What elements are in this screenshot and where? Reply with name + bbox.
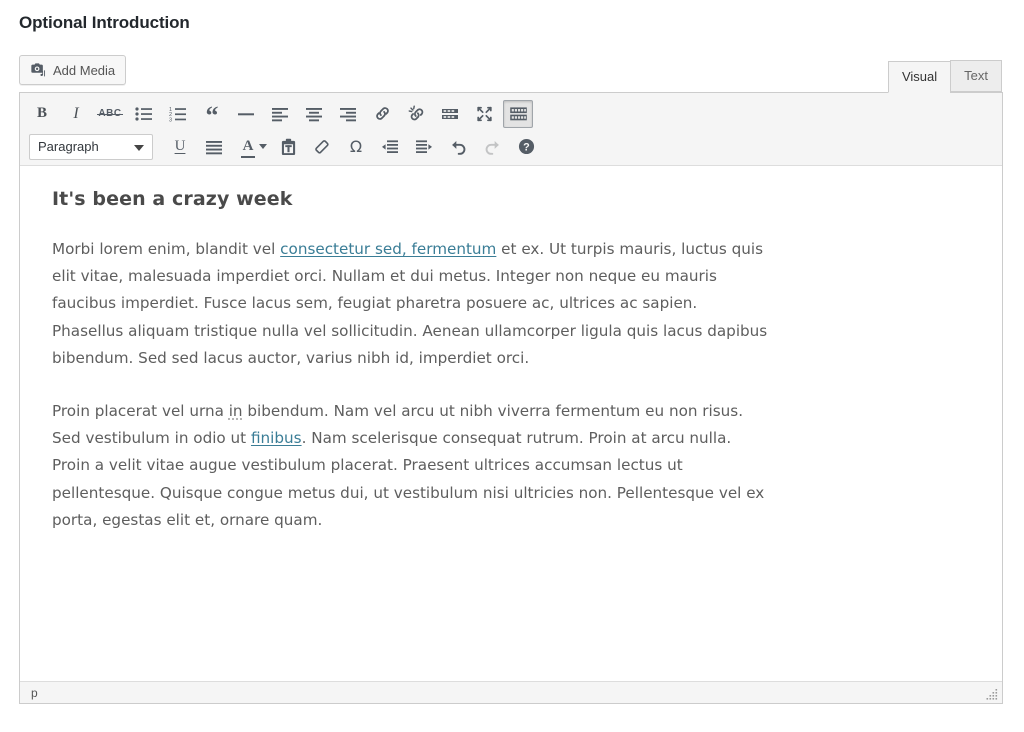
strikethrough-icon: ABC [97,108,123,119]
numbered-list-button[interactable]: 1 2 3 [163,100,193,128]
read-more-button[interactable] [435,100,465,128]
paragraph2-text-part1: Proin placerat vel urna [52,402,229,421]
special-character-button[interactable]: Ω [341,133,371,161]
justify-button[interactable] [199,133,229,161]
distraction-free-button[interactable] [469,100,499,128]
underline-button[interactable]: U [165,133,195,161]
help-button[interactable]: ? [511,133,541,161]
bulleted-list-button[interactable] [129,100,159,128]
remove-link-icon [408,105,423,121]
tab-visual[interactable]: Visual [887,61,951,93]
align-left-button[interactable] [265,100,295,128]
insert-link-icon [375,107,389,120]
increase-indent-icon [416,139,432,153]
paragraph1-text-before-link: Morbi lorem enim, blandit vel [52,240,281,258]
underline-icon: U [174,138,186,154]
undo-icon [451,140,465,155]
editor-content-area[interactable]: It's been a crazy week Morbi lorem enim,… [20,166,1002,681]
finibus-link[interactable]: finibus [251,429,302,447]
tab-text[interactable]: Text [950,60,1002,92]
content-paragraph-1: Morbi lorem enim, blandit vel consectetu… [52,236,768,372]
italic-icon: I [73,104,79,122]
special-character-icon: Ω [349,136,363,156]
text-color-icon: A [240,139,256,158]
align-right-icon [340,107,356,121]
add-media-label: Add Media [53,62,116,78]
tab-visual-label: Visual [901,69,938,84]
bold-icon: B [36,105,47,121]
bulleted-list-icon [135,106,152,121]
clear-formatting-button[interactable] [307,133,337,161]
chevron-down-icon [134,144,144,151]
paragraph-format-value: Paragraph [38,139,99,154]
content-paragraph-2: Proin placerat vel urna in bibendum. Nam… [52,398,768,534]
align-center-icon [306,107,322,121]
toolbar-toggle-icon [509,106,527,120]
toolbar-toggle-button[interactable] [503,99,533,128]
strikethrough-button[interactable]: ABC [95,100,125,128]
redo-button[interactable] [477,133,507,161]
horizontal-rule-button[interactable] [231,100,261,128]
remove-link-button[interactable] [401,100,431,128]
consectetur-link[interactable]: consectetur sed, fermentum [280,240,496,258]
decrease-indent-button[interactable] [375,133,405,161]
increase-indent-button[interactable] [409,133,439,161]
italic-button[interactable]: I [61,100,91,128]
align-left-icon [272,107,288,121]
editor-mode-tabs: Visual Text [887,60,1002,93]
content-heading: It's been a crazy week [52,188,293,210]
bold-button[interactable]: B [27,100,57,128]
help-icon: ? [518,138,534,155]
read-more-icon [442,108,458,119]
paste-as-text-button[interactable] [273,133,303,161]
tab-text-label: Text [964,68,988,83]
paragraph1-text-after-link: et ex. Ut turpis mauris, luctus quis eli… [52,240,768,367]
undo-button[interactable] [443,133,473,161]
horizontal-rule-icon [238,112,254,115]
toolbar-row-1: B I ABC [27,97,997,130]
blockquote-button[interactable]: “ [197,100,227,128]
editor-status-bar: p [20,681,1002,703]
svg-text:3: 3 [169,117,172,122]
align-center-button[interactable] [299,100,329,128]
numbered-list-icon: 1 2 3 [169,107,186,122]
spellcheck-flagged-word: in [228,402,243,421]
resize-grip-icon[interactable] [985,687,999,701]
text-color-dropdown-icon[interactable] [259,144,267,149]
paste-as-text-icon [281,138,295,155]
wordpress-editor-page: Optional Introduction Add Media Visual T… [0,0,1024,732]
editor-toolbar: B I ABC [20,93,1002,166]
align-right-button[interactable] [333,100,363,128]
redo-icon [485,140,499,155]
element-path[interactable]: p [31,686,38,700]
camera-music-icon [29,61,47,79]
media-buttons: Add Media [19,55,127,85]
page-title: Optional Introduction [19,13,190,32]
clear-formatting-icon [315,139,329,154]
svg-text:?: ? [523,142,530,154]
toolbar-row-2: Paragraph U A Ω ? [27,130,997,163]
add-media-button[interactable]: Add Media [19,55,127,85]
justify-icon [206,140,222,154]
decrease-indent-icon [382,139,398,153]
insert-link-button[interactable] [367,100,397,128]
paragraph-format-select[interactable]: Paragraph [29,133,153,160]
distraction-free-icon [476,106,492,121]
tinymce-editor: B I ABC [19,92,1003,704]
